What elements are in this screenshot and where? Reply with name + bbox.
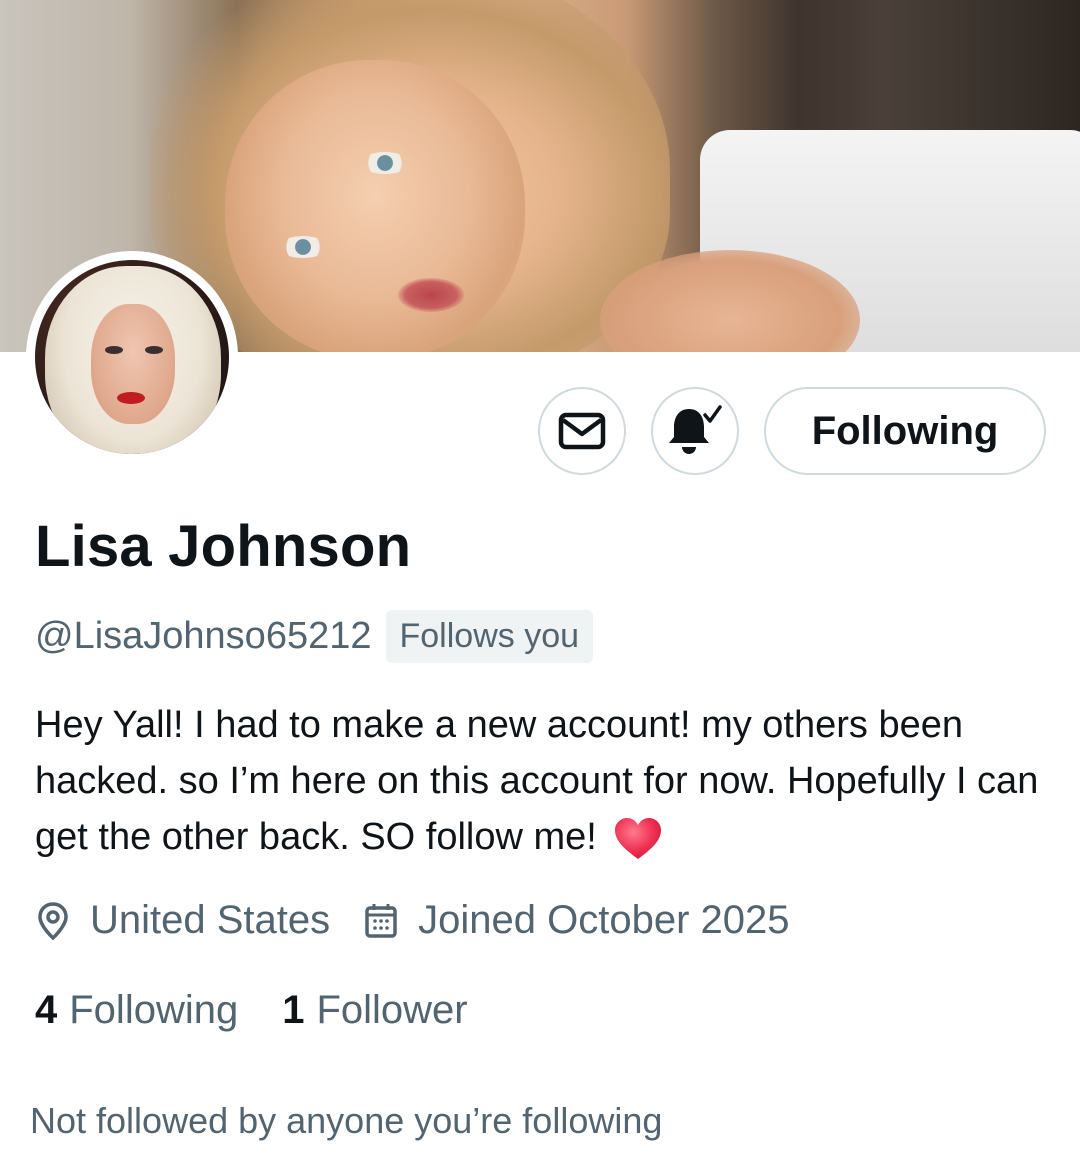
following-button[interactable]: Following [764, 387, 1046, 475]
heart-emoji-icon [615, 817, 662, 859]
envelope-icon [558, 412, 606, 450]
following-count: 4 [35, 988, 58, 1032]
joined-text: Joined October 2025 [418, 898, 790, 942]
followers-label: Follower [316, 988, 468, 1032]
followers-count-link[interactable]: 1 Follower [282, 988, 467, 1033]
avatar-lips [117, 392, 145, 404]
profile-name: Lisa Johnson [35, 514, 412, 579]
banner-lips [398, 278, 464, 312]
avatar-face [91, 304, 175, 424]
avatar[interactable] [26, 251, 238, 463]
banner-eye-right [360, 152, 410, 174]
follow-counts: 4 Following 1 Follower [35, 988, 512, 1033]
followers-count: 1 [282, 988, 305, 1032]
avatar-eye-left [105, 346, 123, 354]
profile-meta: United States Joined October 2025 [36, 898, 824, 943]
profile-bio: Hey Yall! I had to make a new account! m… [35, 697, 1045, 865]
location-text: United States [90, 898, 331, 942]
bio-text: Hey Yall! I had to make a new account! m… [35, 704, 1039, 858]
profile-handle: @LisaJohnso65212 [35, 615, 372, 657]
following-count-link[interactable]: 4 Following [35, 988, 238, 1033]
location-pin-icon [38, 901, 68, 940]
bell-check-icon [669, 405, 722, 454]
avatar-image [35, 260, 229, 454]
message-button[interactable] [538, 387, 626, 475]
banner-eye-left [278, 236, 328, 258]
joined-item: Joined October 2025 [364, 898, 790, 943]
location-item: United States [36, 898, 330, 943]
handle-row: @LisaJohnso65212 Follows you [35, 610, 594, 663]
notifications-button[interactable] [651, 387, 739, 475]
following-label: Following [69, 988, 239, 1032]
avatar-eye-right [145, 346, 163, 354]
follows-you-badge: Follows you [385, 610, 594, 663]
calendar-icon [365, 903, 397, 938]
banner-face [225, 60, 525, 352]
mutuals-note: Not followed by anyone you’re following [30, 1100, 663, 1141]
